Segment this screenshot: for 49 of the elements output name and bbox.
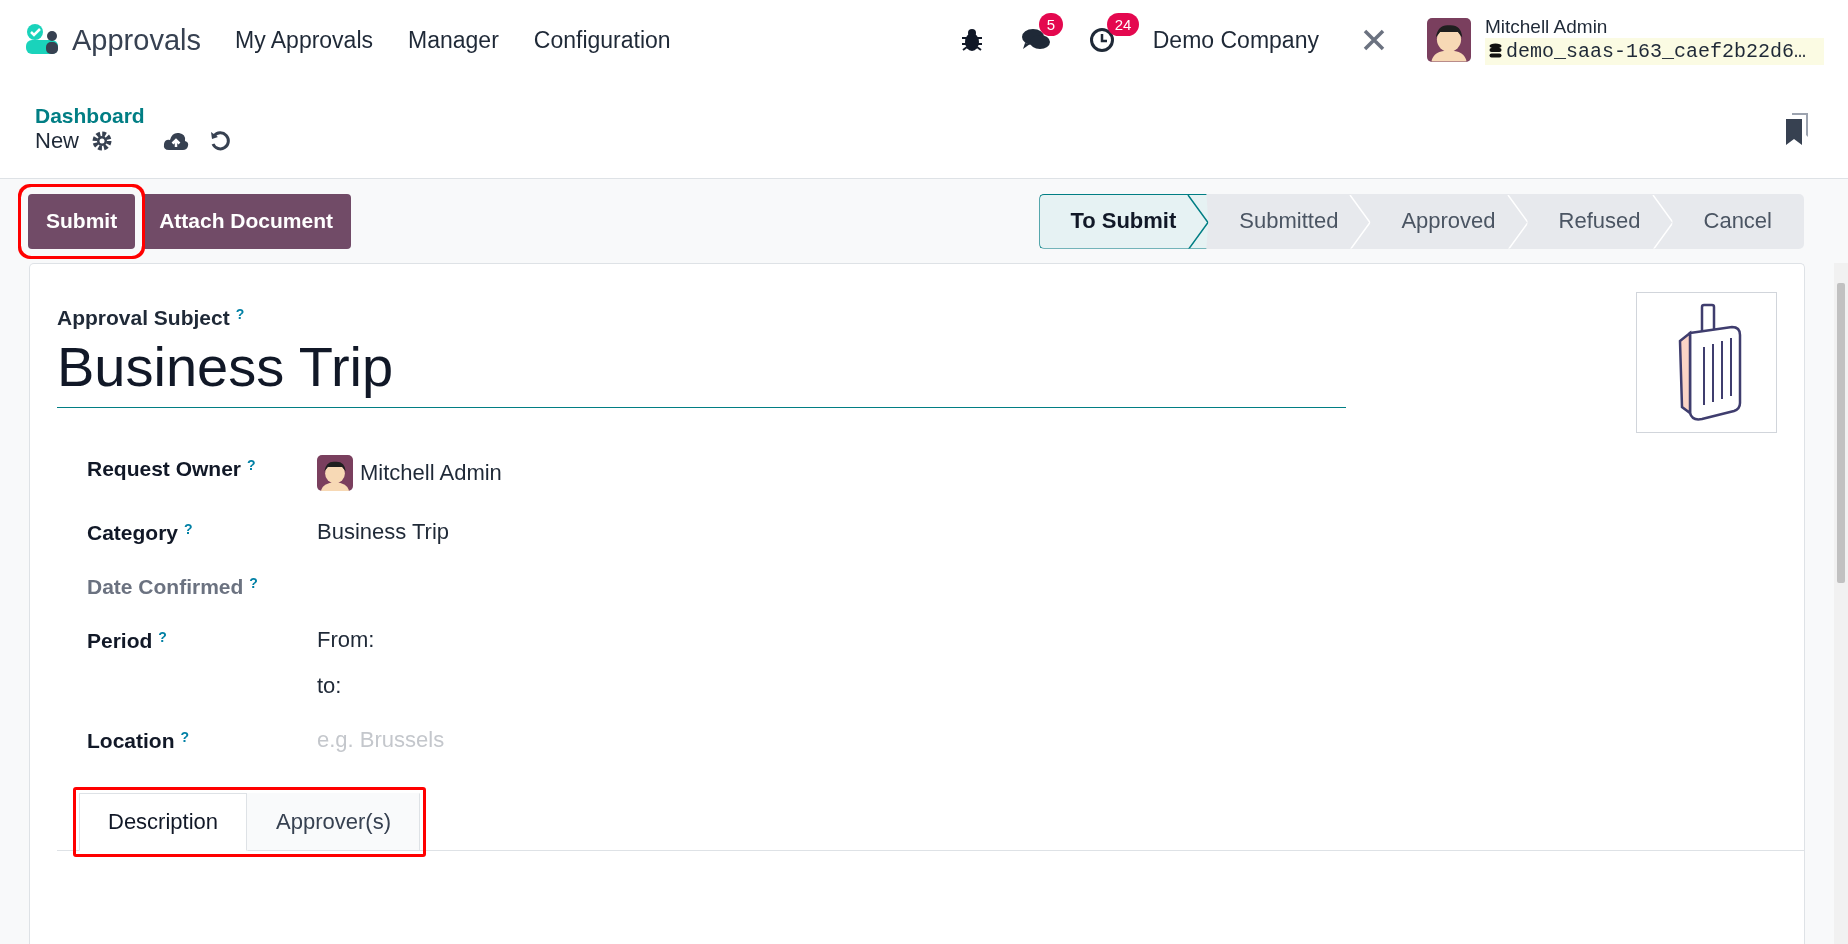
help-tooltip-mark[interactable]: ? <box>180 729 190 753</box>
status-stage[interactable]: Submitted <box>1208 193 1371 249</box>
help-tooltip-mark[interactable]: ? <box>249 575 258 599</box>
app-name[interactable]: Approvals <box>72 23 201 57</box>
field-label: Location <box>87 729 175 753</box>
field-label: Date Confirmed <box>87 575 244 599</box>
menu-item[interactable]: Manager <box>408 26 499 54</box>
record-title: New <box>35 128 79 154</box>
help-tooltip-mark[interactable]: ? <box>158 629 167 699</box>
activity-count-badge: 24 <box>1106 13 1140 36</box>
bug-icon[interactable] <box>960 28 983 52</box>
help-tooltip-mark[interactable]: ? <box>184 521 193 545</box>
chevron-icon <box>1651 194 1674 250</box>
user-avatar <box>317 455 353 491</box>
menu-item[interactable]: Configuration <box>533 26 671 54</box>
user-name: Mitchell Admin <box>1484 15 1609 38</box>
field-label: From: <box>317 627 376 653</box>
status-stage[interactable]: To Submit <box>1039 193 1209 249</box>
tab[interactable]: Description <box>79 793 248 851</box>
message-count-badge: 5 <box>1038 13 1064 36</box>
clock-icon[interactable] <box>1088 27 1115 53</box>
field-value[interactable]: Business Trip <box>317 519 1804 545</box>
settings-icon[interactable] <box>91 130 113 152</box>
field-label: Period <box>87 629 153 654</box>
status-stage[interactable]: Refused <box>1527 193 1673 249</box>
chevron-icon <box>1506 194 1529 250</box>
field-value[interactable]: Mitchell Admin <box>360 460 502 486</box>
bookmark-icon[interactable] <box>1784 113 1808 145</box>
cloud-upload-icon[interactable] <box>163 131 189 151</box>
tab[interactable]: Approver(s) <box>247 793 420 851</box>
field-label: to: <box>317 673 343 699</box>
company-name[interactable]: Demo Company <box>1152 26 1319 54</box>
menu-item[interactable]: My Approvals <box>234 26 374 54</box>
breadcrumb-link[interactable]: Dashboard <box>35 104 231 128</box>
help-tooltip-mark[interactable]: ? <box>247 457 256 491</box>
status-stage[interactable]: Approved <box>1370 193 1528 249</box>
chevron-icon <box>1187 194 1210 250</box>
chevron-icon <box>1349 194 1372 250</box>
database-name: demo_saas-163_caef2b22d6… <box>1484 37 1824 65</box>
field-label: Category <box>87 521 179 545</box>
scrollbar-thumb[interactable] <box>1837 283 1845 583</box>
user-avatar[interactable] <box>1426 18 1471 62</box>
subject-field[interactable]: Business Trip <box>57 330 1346 408</box>
field-label: Approval Subject <box>57 306 230 330</box>
database-icon <box>1488 43 1502 59</box>
help-tooltip-mark[interactable]: ? <box>235 306 245 330</box>
status-stage[interactable]: Cancel <box>1672 193 1804 249</box>
field-label: Request Owner <box>87 457 242 482</box>
undo-icon[interactable] <box>209 130 231 152</box>
